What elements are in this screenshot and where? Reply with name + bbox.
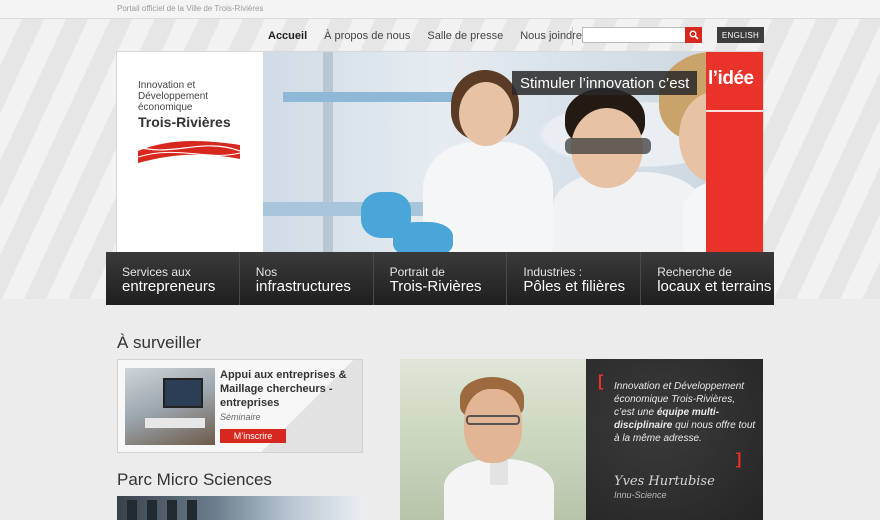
menu-item-recherche[interactable]: Recherche de locaux et terrains (641, 252, 774, 305)
logo-city: Trois-Rivières (138, 114, 231, 130)
register-button[interactable]: M’inscrire (220, 429, 286, 443)
testimonial-organization: Innu-Science (614, 490, 667, 500)
menu-item-portrait[interactable]: Portrait de Trois-Rivières (374, 252, 508, 305)
testimonial-block: [ Innovation et Développement économique… (400, 359, 763, 520)
nav-divider (572, 27, 573, 45)
section-heading-a-surveiller: À surveiller (117, 333, 202, 352)
testimonial-author: Yves Hurtubise (614, 474, 715, 489)
search-icon (689, 30, 699, 40)
menu-item-infrastructures[interactable]: Nos infrastructures (240, 252, 374, 305)
menu-item-services[interactable]: Services aux entrepreneurs (106, 252, 240, 305)
menu-item-line2: Pôles et filières (523, 278, 626, 295)
hero-banner: Innovation et Développement économique T… (116, 51, 764, 257)
testimonial-photo (400, 359, 586, 520)
nav-item-accueil[interactable]: Accueil (268, 30, 307, 42)
open-bracket-icon: [ (598, 373, 604, 390)
event-thumbnail (125, 368, 215, 445)
logo-text: Innovation et Développement économique (138, 80, 208, 113)
event-title[interactable]: Appui aux entreprises & Maillage cherche… (220, 368, 356, 410)
main-menu: Services aux entrepreneurs Nos infrastru… (106, 252, 774, 305)
menu-item-industries[interactable]: Industries : Pôles et filières (507, 252, 642, 305)
nav-item-salle-de-presse[interactable]: Salle de presse (427, 30, 503, 42)
logo-line-3: économique (138, 102, 193, 113)
testimonial-quote-panel: [ Innovation et Développement économique… (586, 359, 763, 520)
logo-line-1: Innovation et (138, 80, 196, 91)
banner-slogan: Stimuler l’innovation c’est (512, 71, 698, 95)
logo[interactable]: Innovation et Développement économique T… (117, 52, 262, 256)
close-bracket-icon: ] (736, 451, 742, 468)
top-strip: Portail officiel de la Ville de Trois-Ri… (0, 0, 880, 19)
menu-item-line2: infrastructures (255, 278, 351, 295)
logo-line-2: Développement (138, 91, 209, 102)
event-type: Séminaire (220, 412, 261, 422)
menu-item-line2: locaux et terrains (657, 278, 772, 295)
language-button[interactable]: ENGLISH (717, 27, 764, 43)
menu-item-line2: entrepreneurs (122, 278, 216, 295)
search-input[interactable] (582, 27, 686, 43)
logo-swoosh-icon (138, 141, 240, 163)
section-heading-parc: Parc Micro Sciences (117, 470, 272, 489)
banner-accent-panel: l’idée (706, 52, 763, 256)
top-nav: Accueil À propos de nous Salle de presse… (268, 28, 599, 44)
site-tagline: Portail officiel de la Ville de Trois-Ri… (117, 4, 264, 13)
nav-item-a-propos[interactable]: À propos de nous (324, 30, 410, 42)
banner-slogan-accent: l’idée (708, 68, 754, 89)
event-card[interactable]: Appui aux entreprises & Maillage cherche… (117, 359, 363, 453)
menu-item-line2: Trois-Rivières (389, 278, 482, 295)
testimonial-quote: Innovation et Développement économique T… (614, 380, 756, 445)
search-button[interactable] (685, 27, 702, 43)
parc-image[interactable] (117, 496, 363, 520)
